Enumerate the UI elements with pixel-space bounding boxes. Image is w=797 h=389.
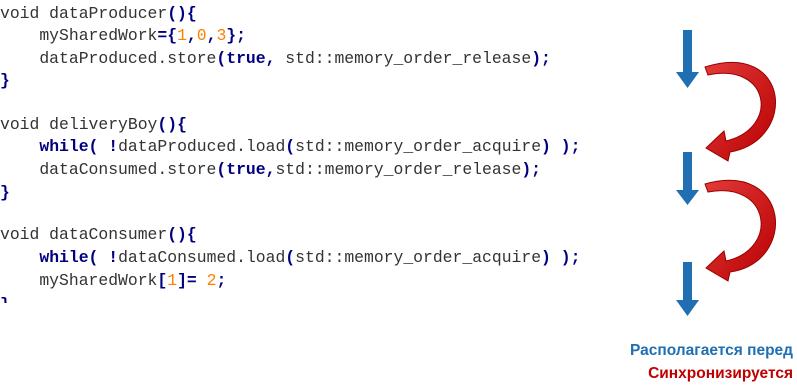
code-token: ={ (157, 26, 178, 45)
code-token: (){ (167, 225, 197, 244)
code-line: } (0, 71, 10, 91)
code-token: }; (226, 26, 246, 45)
code-line: } (0, 295, 10, 303)
code-token: void deliveryBoy (0, 115, 158, 134)
code-token: ( (285, 248, 296, 267)
code-token: 3 (216, 26, 227, 45)
code-token: ; (216, 271, 227, 290)
code-token: void dataConsumer (0, 225, 168, 244)
code-token: (){ (157, 115, 187, 134)
legend-before-label: Располагается перед (629, 342, 793, 359)
code-token: mySharedWork (0, 26, 158, 45)
code-line: } (0, 183, 10, 203)
code-token: std::memory_order_release (275, 160, 522, 179)
code-line: mySharedWork={1,0,3}; (0, 26, 246, 46)
code-token: (true, (216, 160, 276, 179)
code-token: ) (541, 137, 551, 156)
code-token: } (0, 71, 10, 90)
code-line: void dataProducer(){ (0, 4, 197, 24)
code-token: ); (560, 137, 581, 156)
code-token: std::memory_order_acquire (295, 248, 542, 267)
code-line: dataProduced.store(true, std::memory_ord… (0, 49, 551, 69)
code-token: ( (285, 137, 296, 156)
code-token: } (0, 295, 10, 303)
code-token: ]= (177, 271, 197, 290)
code-listing: void dataProducer(){ mySharedWork={1,0,3… (0, 0, 797, 325)
code-token: ) (541, 248, 551, 267)
code-token: ! (108, 248, 119, 267)
code-token: 0 (196, 26, 207, 45)
code-token: (true, (216, 49, 276, 68)
code-token: (){ (167, 4, 197, 23)
code-token: 2 (206, 271, 217, 290)
code-token: , (206, 26, 217, 45)
code-line: void deliveryBoy(){ (0, 115, 187, 135)
code-token: 1 (167, 271, 178, 290)
code-line: mySharedWork[1]= 2; (0, 271, 226, 291)
legend-sync-label: Синхронизируется (648, 365, 793, 382)
code-token: while( (39, 137, 99, 156)
code-token: void dataProducer (0, 4, 168, 23)
code-line: while( !dataProduced.load(std::memory_or… (0, 137, 580, 157)
code-token: ); (531, 49, 551, 68)
code-line: while( !dataConsumed.load(std::memory_or… (0, 248, 580, 268)
code-token: mySharedWork (0, 271, 158, 290)
code-token: } (0, 183, 10, 202)
code-token: 1 (177, 26, 187, 45)
code-token: dataConsumed.load (118, 248, 286, 267)
code-token: [ (157, 271, 168, 290)
code-token: while( (39, 248, 99, 267)
code-token: std::memory_order_release (275, 49, 532, 68)
code-token: dataConsumed.store (0, 160, 217, 179)
code-token: ); (521, 160, 542, 179)
code-token: ! (108, 137, 119, 156)
code-token: std::memory_order_acquire (295, 137, 542, 156)
code-token: , (186, 26, 197, 45)
code-token: dataProduced.store (0, 49, 217, 68)
code-token: dataProduced.load (118, 137, 286, 156)
code-token: ); (560, 248, 581, 267)
code-line: void dataConsumer(){ (0, 225, 197, 245)
code-line: dataConsumed.store(true,std::memory_orde… (0, 160, 541, 180)
